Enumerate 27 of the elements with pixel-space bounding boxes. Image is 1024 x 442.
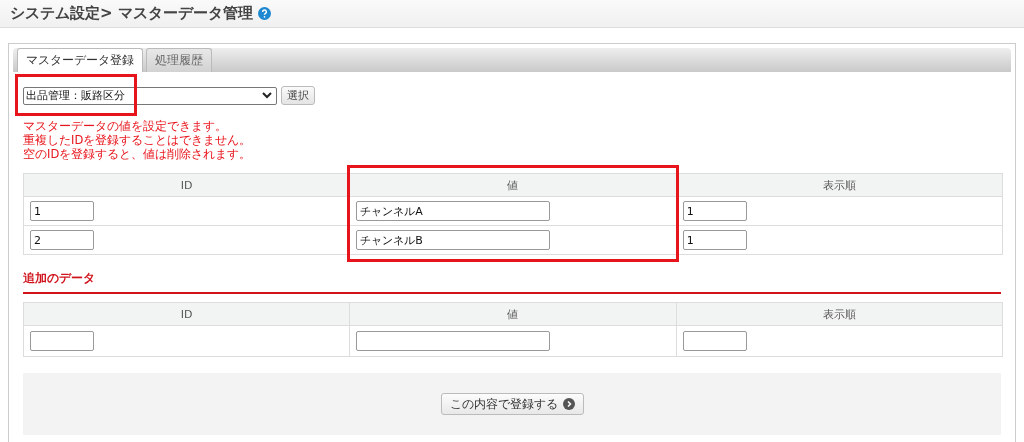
tab[interactable]: 処理履歴: [146, 48, 212, 72]
select-button[interactable]: 選択: [281, 86, 315, 105]
caret-icon[interactable]: [262, 92, 272, 99]
input-field[interactable]: [30, 331, 94, 351]
column-header: ID: [23, 173, 350, 197]
input-field[interactable]: 1: [682, 201, 747, 221]
input-field[interactable]: チャンネルB: [356, 230, 551, 250]
input-field[interactable]: 2: [30, 230, 94, 250]
section-title: 追加のデータ: [23, 271, 1001, 294]
tab[interactable]: マスターデータ登録: [17, 48, 143, 72]
input-field[interactable]: [356, 331, 551, 351]
column-header: ID: [23, 302, 350, 326]
page-title: システム設定> マスターデータ管理: [10, 4, 253, 23]
input-field[interactable]: チャンネルA: [356, 201, 551, 221]
submit-button[interactable]: この内容で登録する: [440, 393, 584, 415]
input-field[interactable]: 1: [30, 201, 94, 221]
notice-text: 重複したIDを登録することはできません。: [23, 133, 253, 147]
column-header: 表示順: [676, 302, 1003, 326]
column-header: 値: [349, 173, 677, 197]
column-header: 値: [349, 302, 677, 326]
master-select[interactable]: 出品管理：販路区分: [23, 86, 277, 105]
column-header: 表示順: [676, 173, 1003, 197]
help-icon[interactable]: [257, 7, 271, 20]
input-field[interactable]: 1: [682, 230, 747, 250]
notice-text: マスターデータの値を設定できます。: [23, 119, 228, 133]
notice-text: 空のIDを登録すると、値は削除されます。: [23, 147, 253, 161]
input-field[interactable]: [682, 331, 747, 351]
